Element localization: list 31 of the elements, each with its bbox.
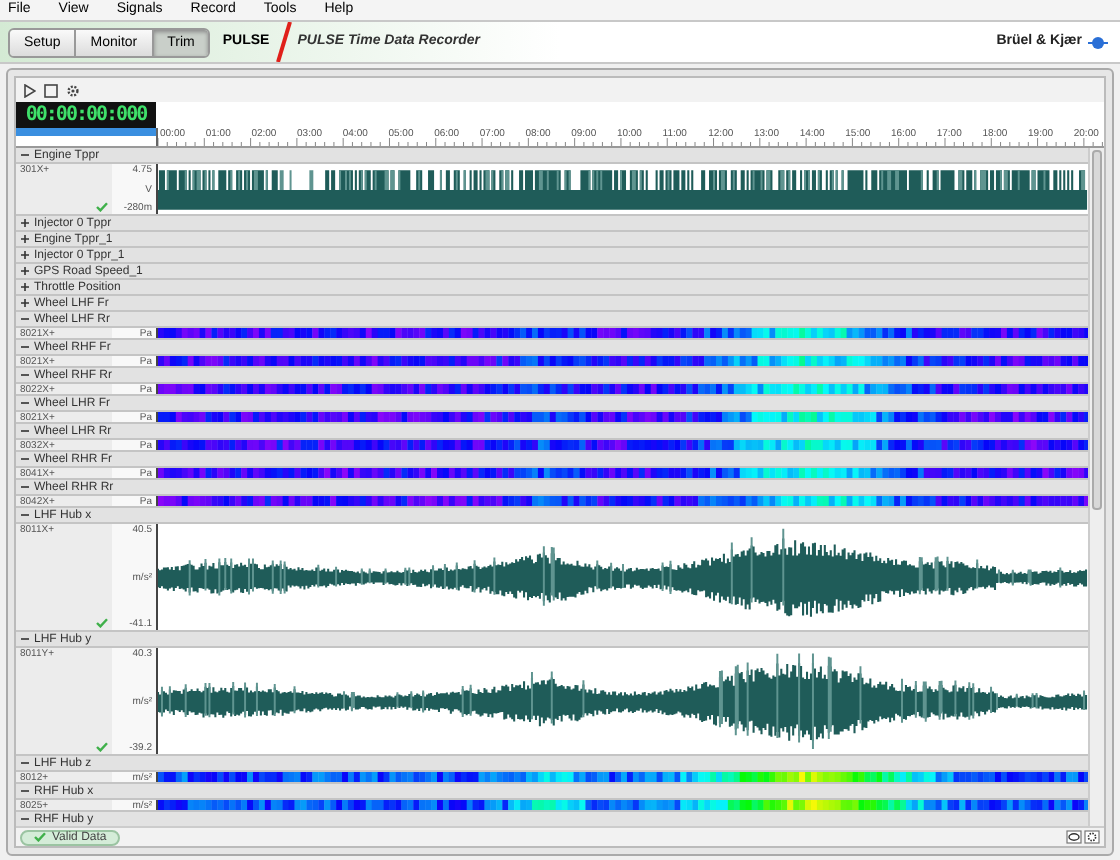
- collapse-icon[interactable]: [20, 482, 30, 492]
- collapse-icon[interactable]: [20, 758, 30, 768]
- gear-icon[interactable]: [66, 83, 80, 97]
- expand-icon[interactable]: [20, 266, 30, 276]
- collapse-icon[interactable]: [20, 510, 30, 520]
- collapse-icon[interactable]: [20, 150, 30, 160]
- expand-icon[interactable]: [20, 298, 30, 308]
- play-icon[interactable]: [24, 83, 36, 97]
- collapse-icon[interactable]: [20, 370, 30, 380]
- expand-icon[interactable]: [20, 282, 30, 292]
- collapse-icon[interactable]: [20, 398, 30, 408]
- scrollbar[interactable]: [1088, 148, 1104, 826]
- collapse-icon[interactable]: [20, 342, 30, 352]
- collapse-icon[interactable]: [20, 814, 30, 824]
- collapse-icon[interactable]: [20, 426, 30, 436]
- check-icon: [34, 832, 46, 842]
- collapse-icon[interactable]: [20, 634, 30, 644]
- selection-bar: [16, 128, 156, 136]
- time-display: 00:00:00:000: [16, 102, 156, 128]
- scrollbar-thumb[interactable]: [1092, 150, 1102, 510]
- expand-icon[interactable]: [20, 218, 30, 228]
- settings-icon[interactable]: [1084, 830, 1100, 844]
- expand-icon[interactable]: [20, 250, 30, 260]
- collapse-icon[interactable]: [20, 314, 30, 324]
- collapse-icon[interactable]: [20, 454, 30, 464]
- zoom-fit-icon[interactable]: [1066, 830, 1082, 844]
- brand-logo-icon: [1088, 35, 1108, 49]
- stop-icon[interactable]: [44, 83, 58, 97]
- collapse-icon[interactable]: [20, 786, 30, 796]
- slash-logo-icon: [275, 22, 292, 62]
- expand-icon[interactable]: [20, 234, 30, 244]
